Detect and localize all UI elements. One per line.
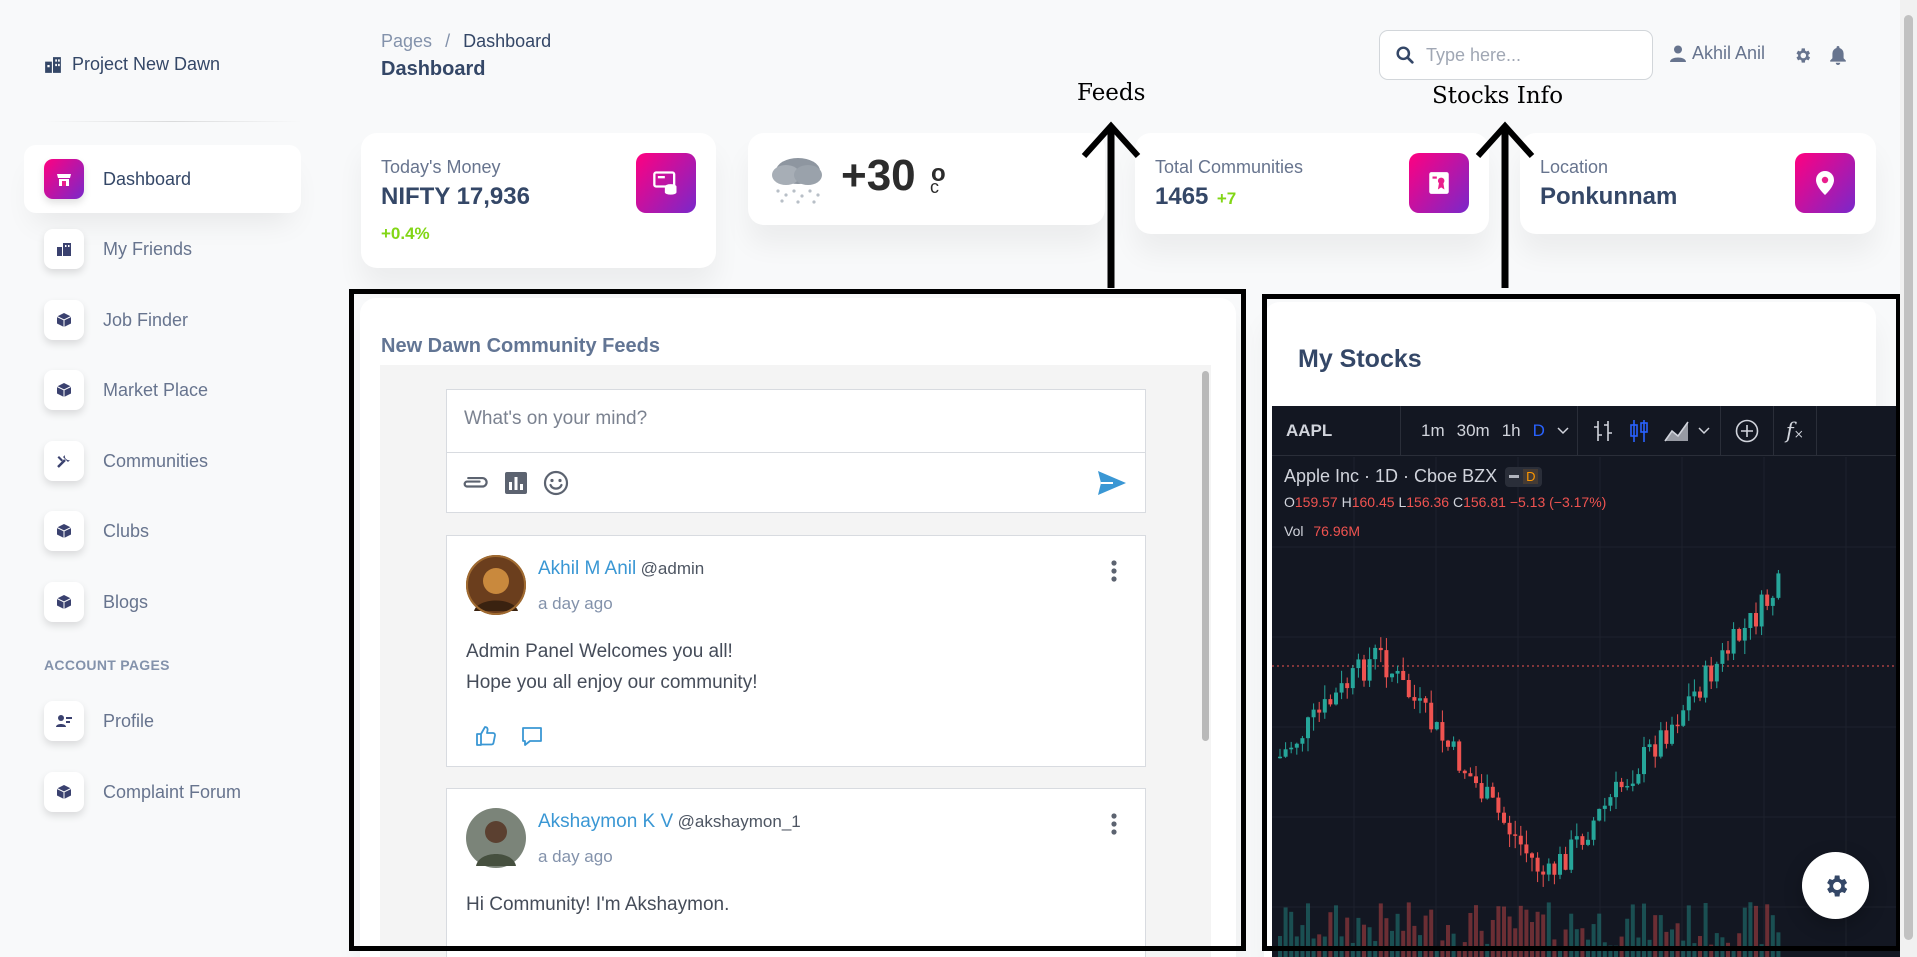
user-icon xyxy=(1670,45,1686,62)
card-icon-box xyxy=(1795,153,1855,213)
temperature-value: +30 xyxy=(841,151,916,200)
card-label: Total Communities xyxy=(1155,157,1304,177)
feeds-highlight-frame xyxy=(349,289,1246,951)
search-icon xyxy=(1396,46,1414,64)
sidebar-item-label: Clubs xyxy=(103,520,150,541)
weather-card: +30 o c xyxy=(748,133,1105,225)
card-value: NIFTY 17,936 xyxy=(381,183,530,210)
stocks-highlight-frame xyxy=(1262,294,1901,951)
paper-diploma-icon xyxy=(1429,172,1449,194)
sidebar-divider xyxy=(44,121,302,122)
gear-icon xyxy=(1826,875,1847,896)
sidebar-item-clubs[interactable]: Clubs xyxy=(24,497,301,565)
search-box[interactable] xyxy=(1379,30,1653,80)
customer-support-icon xyxy=(44,701,84,741)
card-icon-box xyxy=(636,153,696,213)
breadcrumb-separator: / xyxy=(445,31,451,51)
feeds-annotation: Feeds xyxy=(1077,80,1146,106)
office-icon xyxy=(44,229,84,269)
page-scrollbar[interactable] xyxy=(1900,0,1917,957)
brand-name: Project New Dawn xyxy=(72,54,221,74)
settings-icon xyxy=(44,441,84,481)
map-pin-icon xyxy=(1816,171,1834,195)
breadcrumb-root[interactable]: Pages xyxy=(381,31,432,51)
snow-cloud-icon xyxy=(772,158,822,204)
brand[interactable]: Project New Dawn xyxy=(44,54,220,75)
box-icon xyxy=(44,511,84,551)
box-icon xyxy=(44,300,84,340)
card-icon-box xyxy=(1409,153,1469,213)
sidebar-item-complaint-forum[interactable]: Complaint Forum xyxy=(24,758,301,826)
sidebar-item-label: Job Finder xyxy=(103,309,189,330)
box-icon xyxy=(44,370,84,410)
box-icon xyxy=(44,772,84,812)
stocks-annotation: Stocks Info xyxy=(1432,83,1564,109)
sidebar-item-label: Complaint Forum xyxy=(103,781,242,802)
up-arrow-icon xyxy=(1081,121,1141,288)
location-card: Location Ponkunnam xyxy=(1520,133,1876,234)
building-icon xyxy=(45,56,61,73)
card-value-row: 1465 +7 xyxy=(1155,183,1236,211)
sidebar-item-label: Market Place xyxy=(103,379,209,400)
sidebar-item-label: Blogs xyxy=(103,591,149,612)
user-name: Akhil Anil xyxy=(1692,43,1766,63)
sidebar-item-label: My Friends xyxy=(103,238,193,259)
card-label: Today's Money xyxy=(381,157,501,177)
sidebar-item-label: Profile xyxy=(103,710,155,731)
sign-in-link[interactable]: Akhil Anil xyxy=(1670,43,1765,64)
sidebar-item-blogs[interactable]: Blogs xyxy=(24,568,301,636)
total-communities-card: Total Communities 1465 +7 xyxy=(1135,133,1489,234)
bell-icon[interactable] xyxy=(1827,44,1849,66)
page-title: Dashboard xyxy=(381,58,486,80)
money-coins-icon xyxy=(653,171,677,195)
card-change: +0.4% xyxy=(381,224,430,243)
card-value: Ponkunnam xyxy=(1540,183,1678,210)
sidebar-item-dashboard[interactable]: Dashboard xyxy=(24,145,301,213)
account-pages-heading: ACCOUNT PAGES xyxy=(44,657,170,673)
sidebar-item-label: Dashboard xyxy=(103,168,192,189)
todays-money-card: Today's Money NIFTY 17,936 +0.4% xyxy=(361,133,716,268)
page-scrollbar-thumb[interactable] xyxy=(1904,15,1913,940)
breadcrumb: Pages / Dashboard xyxy=(381,31,551,52)
shop-icon xyxy=(44,159,84,199)
search-input[interactable] xyxy=(1426,44,1626,66)
card-label: Location xyxy=(1540,157,1609,177)
breadcrumb-current: Dashboard xyxy=(463,31,552,51)
sidebar-item-label: Communities xyxy=(103,450,209,471)
up-arrow-icon xyxy=(1475,121,1535,288)
sidebar-item-job-finder[interactable]: Job Finder xyxy=(24,286,301,354)
card-change: +7 xyxy=(1216,189,1237,208)
sidebar-item-market-place[interactable]: Market Place xyxy=(24,356,301,424)
card-value: 1465 xyxy=(1155,183,1209,210)
configurator-button[interactable] xyxy=(1802,852,1869,919)
box-icon xyxy=(44,582,84,622)
sidebar-item-my-friends[interactable]: My Friends xyxy=(24,215,301,283)
sidebar-item-communities[interactable]: Communities xyxy=(24,427,301,495)
sidebar-item-profile[interactable]: Profile xyxy=(24,687,301,755)
gear-icon[interactable] xyxy=(1791,44,1813,66)
temperature-unit: c xyxy=(930,177,939,197)
